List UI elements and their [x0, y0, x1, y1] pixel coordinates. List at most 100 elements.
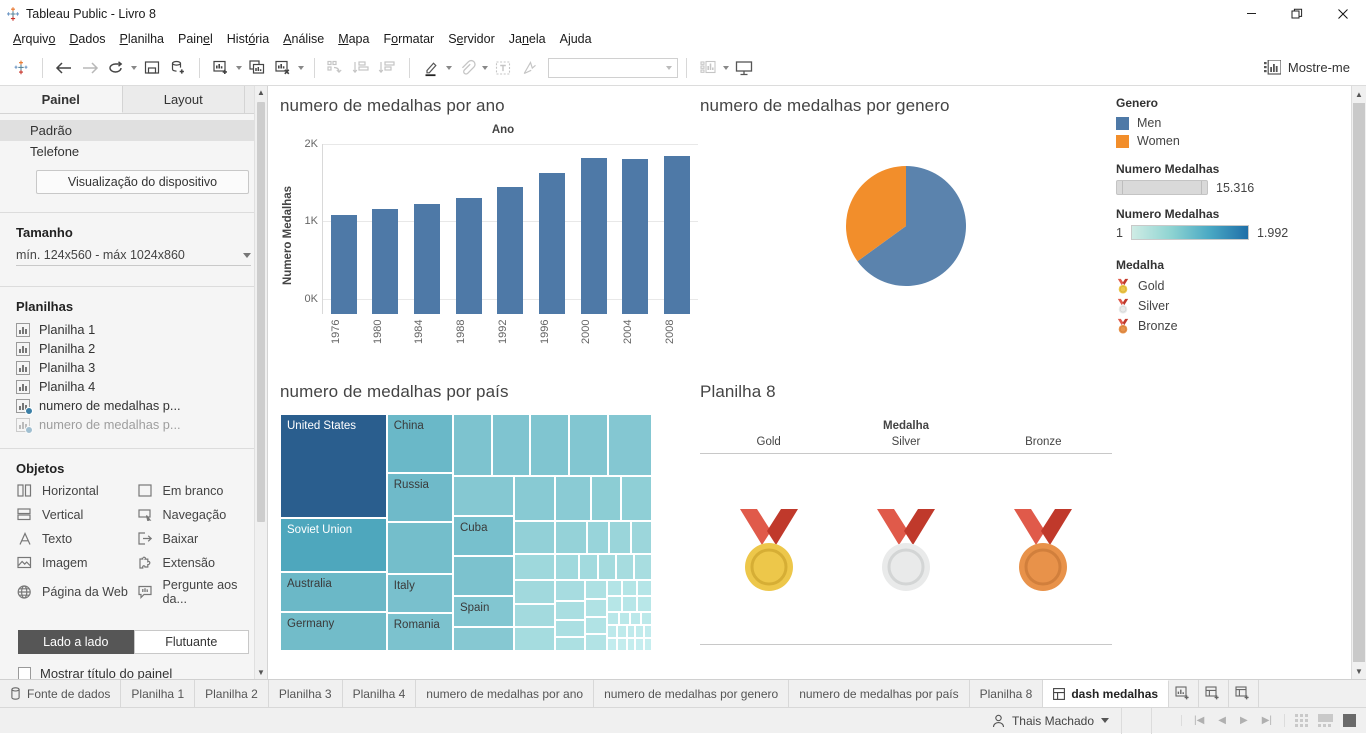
treemap-cell[interactable] [609, 520, 631, 554]
treemap-cell[interactable] [607, 579, 623, 597]
treemap-cell[interactable] [514, 579, 556, 604]
placement-floating-button[interactable]: Flutuante [133, 630, 249, 654]
tab-numero-de-medalhas-por-pais[interactable]: numero de medalhas por país [789, 680, 970, 707]
treemap-cell[interactable] [607, 637, 618, 651]
tab-fonte-de-dados[interactable]: Fonte de dados [0, 680, 122, 707]
paperclip-icon[interactable] [454, 55, 480, 81]
sort-ascending-icon[interactable] [349, 55, 375, 81]
treemap-cell[interactable] [637, 596, 652, 612]
treemap-cell[interactable] [452, 627, 515, 651]
treemap-cell[interactable] [618, 611, 630, 625]
treemap-cell[interactable] [514, 475, 556, 521]
treemap-cell[interactable] [585, 616, 608, 635]
menu-planilha[interactable]: Planilha [113, 30, 171, 48]
scrollbar-thumb[interactable] [257, 102, 265, 522]
device-row-padrao[interactable]: Padrão [0, 120, 267, 141]
new-worksheet-icon[interactable] [208, 55, 234, 81]
bar-2008[interactable] [664, 155, 691, 314]
treemap-cell-germany[interactable]: Germany [280, 611, 387, 651]
show-panel-title-row[interactable]: Mostrar título do painel [0, 662, 267, 679]
refresh-dropdown-caret[interactable] [129, 55, 139, 81]
treemap-cell-russia[interactable]: Russia [386, 473, 453, 522]
bar-1984[interactable] [414, 203, 441, 314]
tableau-home-icon[interactable] [8, 55, 34, 81]
treemap-cell[interactable] [635, 624, 644, 638]
user-account-menu[interactable]: Thais Machado [980, 714, 1121, 728]
treemap-cell[interactable] [590, 475, 622, 521]
paperclip-caret[interactable] [480, 55, 490, 81]
menu-ajuda[interactable]: Ajuda [553, 30, 599, 48]
filmstrip-view-icon[interactable] [1318, 714, 1333, 727]
fit-selector[interactable] [548, 57, 678, 78]
treemap-cell[interactable] [640, 611, 652, 625]
text-box-icon[interactable] [490, 55, 516, 81]
size-legend-slider[interactable]: 15.316 [1116, 180, 1316, 195]
menu-historia[interactable]: História [220, 30, 276, 48]
pie-svg[interactable] [844, 164, 968, 288]
forward-icon[interactable] [77, 55, 103, 81]
treemap-cell[interactable] [643, 624, 652, 638]
treemap-cell[interactable] [452, 414, 492, 476]
treemap-cell[interactable] [617, 637, 627, 651]
color-legend-ramp-row[interactable]: 1 1.992 [1116, 225, 1316, 240]
tab-planilha-2[interactable]: Planilha 2 [195, 680, 269, 707]
bar-1992[interactable] [497, 186, 524, 314]
sheet-item[interactable]: numero de medalhas p... [0, 415, 267, 434]
view-mode-buttons[interactable] [1284, 714, 1366, 727]
refresh-data-source-icon[interactable] [103, 55, 129, 81]
treemap-cell[interactable] [629, 611, 641, 625]
treemap-cell-china[interactable]: China [386, 414, 453, 474]
object-horizontal[interactable]: Horizontal [16, 482, 137, 499]
treemap-cell[interactable] [607, 624, 618, 638]
scroll-down-icon[interactable]: ▼ [1352, 663, 1366, 679]
treemap-cell[interactable] [585, 634, 608, 651]
treemap-cell[interactable] [617, 624, 627, 638]
object-navegacao[interactable]: Navegação [137, 506, 258, 523]
treemap-cell[interactable] [555, 475, 591, 521]
menu-analise[interactable]: Análise [276, 30, 331, 48]
close-button[interactable] [1320, 0, 1366, 28]
object-em-branco[interactable]: Em branco [137, 482, 258, 499]
tab-dash-medalhas[interactable]: dash medalhas [1043, 680, 1170, 707]
previous-page-icon[interactable]: ◀ [1218, 715, 1226, 726]
back-icon[interactable] [51, 55, 77, 81]
treemap-cell[interactable] [555, 520, 587, 554]
treemap-cell-cuba[interactable]: Cuba [452, 515, 515, 557]
bar-1988[interactable] [455, 198, 482, 314]
treemap-cell[interactable] [530, 414, 570, 476]
tab-planilha-3[interactable]: Planilha 3 [269, 680, 343, 707]
treemap-cell[interactable] [633, 553, 652, 580]
treemap-cell[interactable] [514, 520, 556, 554]
tab-planilha-1[interactable]: Planilha 1 [121, 680, 196, 707]
treemap-cell[interactable] [643, 637, 652, 651]
treemap-cell[interactable] [626, 624, 636, 638]
treemap-cell[interactable] [622, 579, 638, 597]
scrollbar-thumb[interactable] [1353, 103, 1365, 662]
viz-numero-de-medalhas-por-ano[interactable]: numero de medalhas por ano Ano Numero Me… [280, 96, 698, 378]
duplicate-sheet-icon[interactable] [244, 55, 270, 81]
treemap-cell[interactable] [386, 521, 453, 574]
first-page-icon[interactable]: |◀ [1194, 715, 1204, 726]
bar-1996[interactable] [539, 172, 566, 314]
object-imagem[interactable]: Imagem [16, 554, 137, 571]
bar-1980[interactable] [372, 208, 399, 314]
menu-mapa[interactable]: Mapa [331, 30, 376, 48]
pie-chart[interactable] [700, 116, 1112, 336]
new-worksheet-tab-icon[interactable] [1169, 680, 1200, 707]
treemap-cell-united-states[interactable]: United States [280, 414, 387, 519]
show-hide-cards-icon[interactable] [695, 55, 721, 81]
single-view-icon[interactable] [1343, 714, 1356, 727]
object-pagina-da-web[interactable]: Página da Web [16, 578, 137, 606]
viz-numero-de-medalhas-por-genero[interactable]: numero de medalhas por genero [700, 96, 1112, 378]
menu-janela[interactable]: Janela [502, 30, 553, 48]
new-worksheet-caret[interactable] [234, 55, 244, 81]
highlight-caret[interactable] [444, 55, 454, 81]
viz-planilha-8[interactable]: Planilha 8 Medalha Gold Silver Bronze [700, 382, 1112, 672]
treemap-cell[interactable] [637, 579, 652, 597]
clear-sheet-caret[interactable] [296, 55, 306, 81]
fit-icon[interactable] [516, 55, 542, 81]
bar-2000[interactable] [580, 158, 607, 314]
treemap-cell[interactable] [555, 579, 586, 602]
treemap-cell[interactable] [514, 603, 556, 628]
treemap-cell[interactable] [579, 553, 599, 580]
